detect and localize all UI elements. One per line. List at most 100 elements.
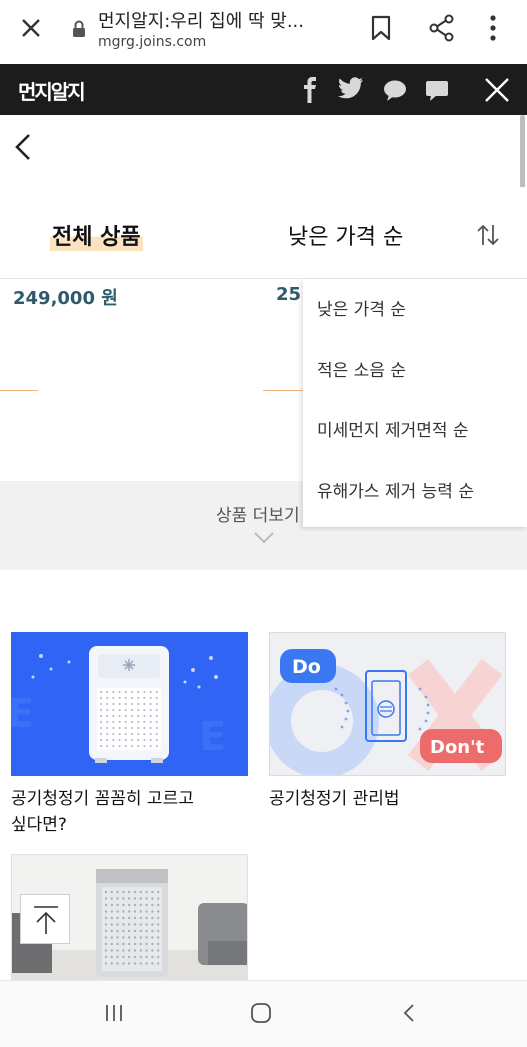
- filter-dot: [118, 738, 121, 742]
- filter-dot: [104, 903, 108, 907]
- filter-dot: [112, 714, 115, 718]
- filter-dot: [130, 714, 134, 718]
- article-title-line: 싶다면?: [11, 815, 67, 835]
- filter-dot: [145, 962, 148, 965]
- filter-dot: [155, 738, 158, 742]
- sort-option-dust-area[interactable]: 미세먼지 제거면적 순: [317, 416, 469, 441]
- filter-dot: [149, 726, 152, 730]
- sort-option-gas-removal[interactable]: 유해가스 제거 능력 순: [317, 477, 474, 502]
- filter-dot: [106, 720, 109, 724]
- filter-dot: [149, 690, 152, 694]
- svg-text:E: E: [11, 691, 34, 737]
- facebook-icon[interactable]: [302, 77, 318, 103]
- filter-dot: [110, 916, 114, 920]
- sort-option-low-price[interactable]: 낮은 가격 순: [317, 295, 406, 320]
- filter-dot: [155, 726, 158, 730]
- article-title: 공기청정기 꼼꼼히 고르고 싶다면?: [11, 786, 194, 838]
- filter-dot: [133, 910, 137, 913]
- filter-dot: [149, 738, 152, 742]
- back-arrow-icon[interactable]: [14, 133, 32, 161]
- filter-dot: [106, 696, 109, 700]
- filter-dot: [104, 942, 108, 946]
- product-price: 249,000 원: [13, 288, 118, 309]
- back-nav-icon[interactable]: [402, 1003, 416, 1023]
- all-products-tab[interactable]: 전체 상품: [50, 219, 143, 251]
- filter-dot: [112, 726, 115, 730]
- scroll-to-top-button[interactable]: [20, 894, 70, 944]
- filter-dot: [151, 897, 154, 900]
- filter-dot: [157, 955, 160, 959]
- close-icon[interactable]: [484, 77, 510, 103]
- filter-dot: [145, 955, 148, 959]
- bookmark-icon[interactable]: [370, 15, 392, 41]
- filter-dot: [145, 890, 148, 894]
- filter-dot: [157, 962, 160, 965]
- filter-dot: [110, 923, 114, 926]
- site-logo[interactable]: 먼지알지: [18, 76, 86, 105]
- filter-dot: [99, 708, 103, 712]
- filter-dot: [143, 690, 146, 694]
- article-title-line: 공기청정기 관리법: [269, 789, 400, 809]
- filter-dot: [116, 949, 119, 952]
- filter-dot: [145, 897, 148, 900]
- filter-dot: [139, 910, 142, 913]
- sort-order-icon[interactable]: [476, 223, 500, 247]
- filter-dot: [145, 949, 148, 952]
- filter-dot: [137, 696, 140, 700]
- filter-dot: [133, 936, 137, 939]
- filter-dot: [133, 949, 137, 952]
- comment-icon[interactable]: [425, 80, 449, 102]
- filter-dot: [145, 910, 148, 913]
- filter-dot: [118, 732, 121, 736]
- page-url[interactable]: mgrg.joins.com: [98, 34, 206, 50]
- filter-dot: [104, 923, 108, 926]
- filter-dot: [155, 732, 158, 736]
- filter-dot: [137, 738, 140, 742]
- product-price: 25: [276, 284, 302, 305]
- filter-dot: [143, 714, 146, 718]
- filter-dot: [116, 955, 119, 959]
- filter-dot: [130, 738, 134, 742]
- filter-dot: [104, 962, 108, 965]
- close-icon[interactable]: [20, 17, 42, 39]
- filter-dot: [151, 949, 154, 952]
- filter-dot: [151, 942, 154, 946]
- sort-option-low-noise[interactable]: 적은 소음 순: [317, 356, 406, 381]
- filter-dot: [151, 936, 154, 939]
- sort-selected[interactable]: 낮은 가격 순: [288, 219, 403, 251]
- twitter-icon[interactable]: [338, 77, 364, 101]
- filter-dot: [116, 897, 119, 900]
- home-icon[interactable]: [250, 1002, 272, 1024]
- filter-dot: [139, 962, 142, 965]
- recent-apps-icon[interactable]: [104, 1003, 124, 1023]
- filter-dot: [110, 936, 114, 939]
- filter-dot: [124, 738, 127, 742]
- filter-dot: [112, 732, 115, 736]
- filter-dot: [128, 936, 131, 939]
- more-vert-icon[interactable]: [488, 14, 498, 42]
- filter-dot: [110, 897, 114, 900]
- filter-dot: [106, 702, 109, 706]
- filter-dot: [143, 738, 146, 742]
- air-purifier-illustration: E E: [11, 646, 226, 763]
- filter-dot: [122, 923, 125, 926]
- chevron-down-icon: [254, 532, 274, 544]
- filter-dot: [124, 720, 127, 724]
- filter-dot: [104, 929, 108, 933]
- filter-dot: [137, 708, 140, 712]
- filter-dot: [137, 720, 140, 724]
- filter-dot: [133, 942, 137, 946]
- share-icon[interactable]: [428, 14, 456, 42]
- filter-dot: [155, 744, 158, 748]
- filter-dot: [104, 916, 108, 920]
- filter-dot: [139, 923, 142, 926]
- filter-dot: [149, 720, 152, 724]
- filter-dot: [118, 744, 121, 748]
- more-products-label: 상품 더보기: [216, 506, 300, 526]
- kakaotalk-icon[interactable]: [383, 80, 407, 102]
- filter-dot: [143, 708, 146, 712]
- filter-dot: [99, 702, 103, 706]
- filter-dot: [143, 720, 146, 724]
- filter-dot: [145, 923, 148, 926]
- filter-dot: [116, 910, 119, 913]
